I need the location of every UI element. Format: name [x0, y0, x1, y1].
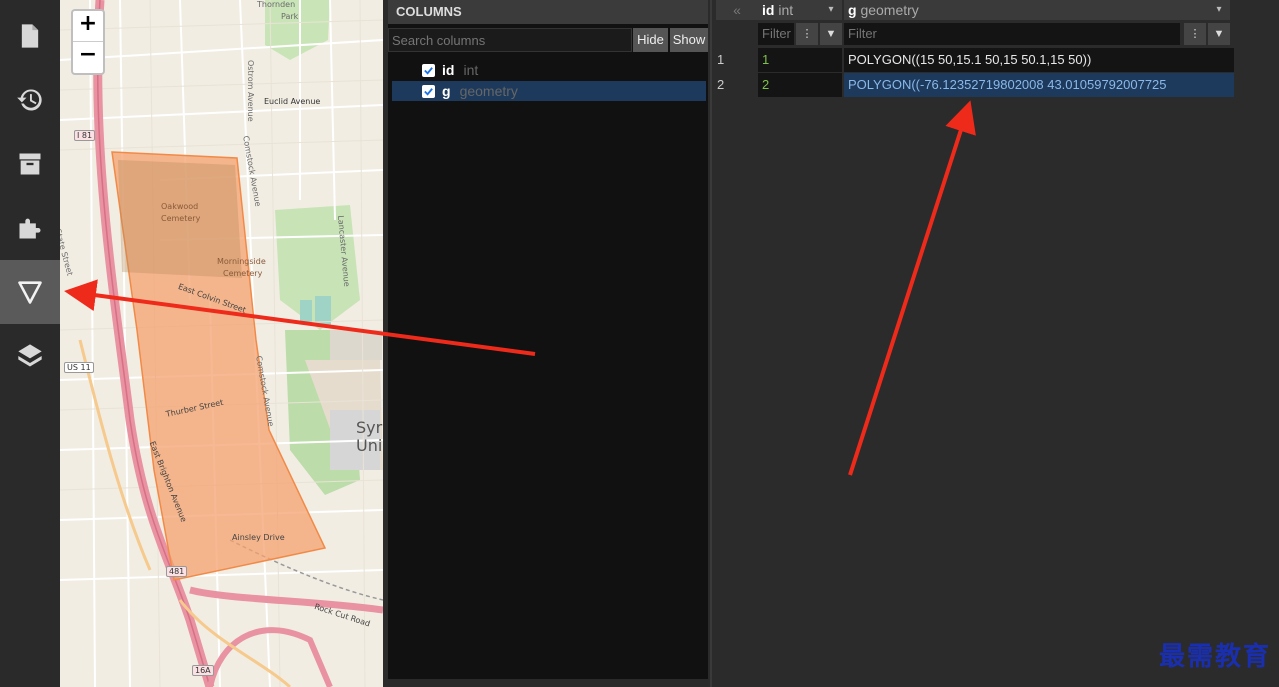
cell-id[interactable]: 1: [758, 48, 842, 72]
cell-geometry[interactable]: POLYGON((15 50,15.1 50,15 50.1,15 50)): [844, 48, 1234, 72]
header-type: geometry: [860, 2, 919, 18]
map-label: Oakwood: [161, 202, 199, 211]
map-label: Cemetery: [161, 214, 201, 223]
archive-button[interactable]: [0, 132, 60, 196]
data-grid: « id int ▾ g geometry ▾ ⋮ ▼ ⋮ ▼ 1 1 POLY…: [710, 0, 1279, 687]
header-type: int: [778, 2, 794, 18]
map-label: Uni: [356, 436, 383, 455]
file-button[interactable]: [0, 4, 60, 68]
app-window: Thornden Park Ostrom Avenue Euclid Avenu…: [0, 0, 1279, 687]
show-columns-button[interactable]: Show: [670, 28, 708, 52]
filter-button[interactable]: [0, 260, 60, 324]
columns-panel-title: COLUMNS: [388, 0, 708, 24]
columns-panel-scrollbar[interactable]: [388, 679, 708, 687]
column-header-g[interactable]: g geometry: [844, 0, 1208, 20]
hide-columns-button[interactable]: Hide: [633, 28, 668, 52]
layers-button[interactable]: [0, 324, 60, 388]
header-name: id: [762, 2, 775, 18]
column-type: geometry: [459, 83, 518, 99]
sort-icon[interactable]: ⋮: [796, 23, 818, 45]
row-number: 2: [712, 73, 756, 97]
map-label: Park: [281, 12, 299, 21]
collapse-button[interactable]: «: [716, 0, 758, 20]
archive-icon: [19, 153, 41, 175]
cell-geometry[interactable]: POLYGON((-76.12352719802008 43.010597920…: [844, 73, 1234, 97]
filter-input-g[interactable]: [844, 23, 1180, 45]
map-label: Ostrom Avenue: [246, 60, 255, 122]
zoom-out-button[interactable]: −: [73, 41, 103, 71]
map-label: Morningside: [217, 257, 266, 266]
map-label: Syr: [356, 418, 383, 437]
column-checkbox[interactable]: [422, 63, 435, 77]
highway-shield: 481: [166, 566, 188, 577]
columns-panel: COLUMNS Hide Show id int g geometry: [386, 0, 708, 687]
column-checkbox[interactable]: [422, 84, 435, 98]
map-tiles: [60, 0, 383, 687]
header-name: g: [848, 2, 857, 18]
map-label: Cemetery: [223, 269, 263, 278]
column-type: int: [463, 62, 479, 78]
history-button[interactable]: [0, 68, 60, 132]
cell-id[interactable]: 2: [758, 73, 842, 97]
sidebar: [0, 0, 60, 687]
watermark: 最需教育: [1158, 642, 1271, 672]
map-view[interactable]: Thornden Park Ostrom Avenue Euclid Avenu…: [60, 0, 383, 687]
row-number: 1: [712, 48, 756, 72]
chevron-down-icon[interactable]: ▾: [1208, 0, 1230, 20]
map-label: Euclid Avenue: [264, 97, 321, 106]
column-item-g[interactable]: g geometry: [392, 81, 706, 101]
filter-icon[interactable]: ▼: [820, 23, 842, 45]
column-name: id: [442, 62, 455, 78]
filter-triangle-icon: [18, 281, 42, 304]
zoom-control: + −: [71, 9, 105, 75]
sort-icon[interactable]: ⋮: [1184, 23, 1206, 45]
column-name: g: [442, 83, 451, 99]
map-label: Ainsley Drive: [232, 533, 285, 542]
filter-input-id[interactable]: [758, 23, 794, 45]
file-icon: [21, 24, 39, 48]
puzzle-icon: [19, 218, 41, 239]
history-icon: [17, 89, 42, 111]
search-columns-input[interactable]: [388, 28, 632, 52]
plugins-button[interactable]: [0, 196, 60, 260]
highway-shield: 16A: [192, 665, 214, 676]
chevron-down-icon[interactable]: ▾: [820, 0, 842, 20]
filter-icon[interactable]: ▼: [1208, 23, 1230, 45]
check-icon: [424, 87, 433, 96]
column-header-id[interactable]: id int: [758, 0, 820, 20]
layers-icon: [18, 344, 42, 367]
zoom-in-button[interactable]: +: [73, 11, 103, 41]
highway-shield: I 81: [74, 130, 96, 141]
map-label: Thornden: [257, 0, 296, 9]
check-icon: [424, 66, 433, 75]
column-item-id[interactable]: id int: [392, 60, 706, 80]
highway-shield: US 11: [64, 362, 94, 373]
